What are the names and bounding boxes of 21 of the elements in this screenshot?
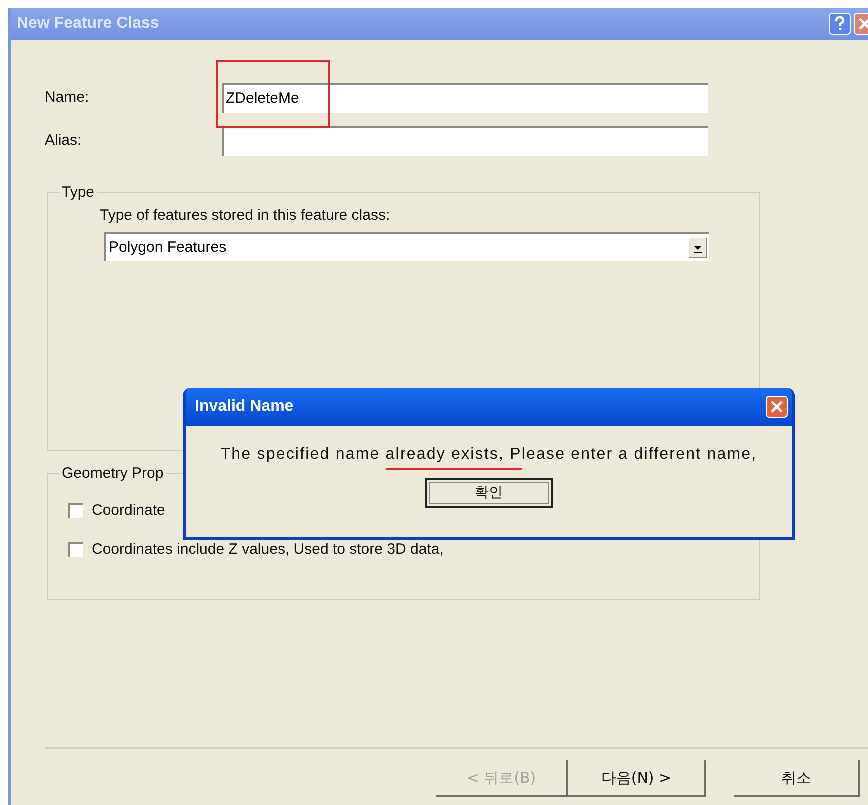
alias-field[interactable] [222, 126, 708, 156]
checkbox-label: Coordinates include Z values, Used to store 3D data, [92, 541, 444, 558]
feature-type-dropdown[interactable]: Polygon Features [104, 232, 709, 261]
dropdown-arrow-icon [689, 238, 707, 258]
alias-label: Alias: [45, 132, 83, 149]
group-title: Geometry Prop [61, 465, 165, 482]
help-icon[interactable] [829, 13, 851, 35]
window-title: New Feature Class [17, 15, 160, 33]
checkbox[interactable] [68, 542, 83, 557]
error-message: The specified name already exists, Please enter a different name, [220, 446, 758, 464]
name-label: Name: [45, 89, 90, 106]
ok-button[interactable]: 확인 [425, 478, 553, 508]
checkbox[interactable] [68, 503, 83, 518]
group-title: Type [61, 184, 96, 201]
checkbox-label: Coordinate [92, 502, 166, 519]
wizard-button[interactable]: 다음(N) > [568, 760, 706, 797]
message-title: Invalid Name [195, 398, 294, 416]
name-field[interactable]: ZDeleteMe [222, 82, 708, 112]
wizard-button[interactable]: 취소 [734, 760, 860, 797]
type-prompt: Type of features stored in this feature class: [100, 207, 392, 224]
close-icon[interactable] [766, 396, 788, 418]
